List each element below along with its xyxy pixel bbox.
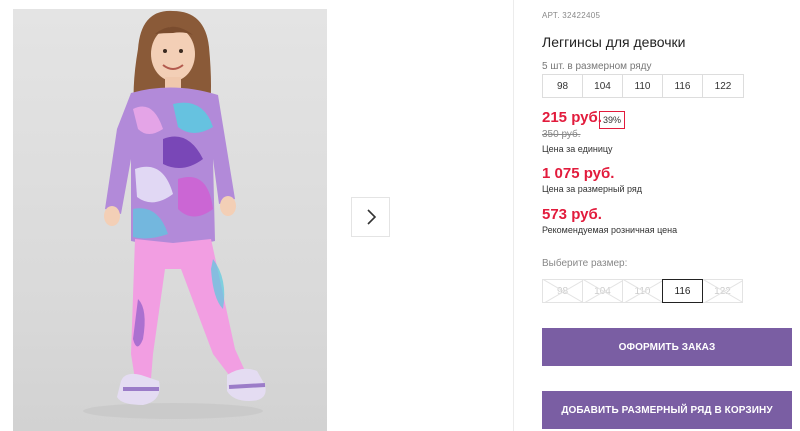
chevron-right-icon [366,209,376,225]
size-row-price-caption: Цена за размерный ряд [542,184,643,194]
size-option-110[interactable]: 110 [622,279,663,303]
size-row-cell: 110 [622,74,663,98]
column-divider [513,0,514,431]
girl-in-leggings-image [83,10,266,419]
size-row-caption: 5 шт. в размерном ряду [542,61,652,72]
product-title: Леггинсы для девочки [542,34,686,50]
place-order-button[interactable]: ОФОРМИТЬ ЗАКАЗ [542,328,792,366]
discount-badge: 39% [599,111,626,129]
add-size-row-to-cart-button[interactable]: ДОБАВИТЬ РАЗМЕРНЫЙ РЯД В КОРЗИНУ [542,391,792,429]
unit-price: 215 руб. [542,109,602,126]
size-row-cell: 122 [702,74,744,98]
size-option-116[interactable]: 116 [662,279,703,303]
size-row-table: 98 104 110 116 122 [542,74,744,98]
size-row-price: 1 075 руб. [542,165,615,182]
choose-size-label: Выберите размер: [542,258,628,269]
size-option-122[interactable]: 122 [702,279,743,303]
article-number: АРТ. 32422405 [542,11,601,20]
retail-price-caption: Рекомендуемая розничная цена [542,225,678,235]
size-row-cell: 98 [542,74,583,98]
retail-price: 573 руб. [542,206,602,223]
size-option-98[interactable]: 98 [542,279,583,303]
unit-price-caption: Цена за единицу [542,144,613,154]
next-image-button[interactable] [351,197,390,237]
product-photo [13,9,327,431]
size-row-cell: 116 [662,74,703,98]
size-row-cell: 104 [582,74,623,98]
size-selector: 98 104 110 116 122 [542,279,743,303]
old-price: 350 руб. [542,129,581,140]
size-option-104[interactable]: 104 [582,279,623,303]
